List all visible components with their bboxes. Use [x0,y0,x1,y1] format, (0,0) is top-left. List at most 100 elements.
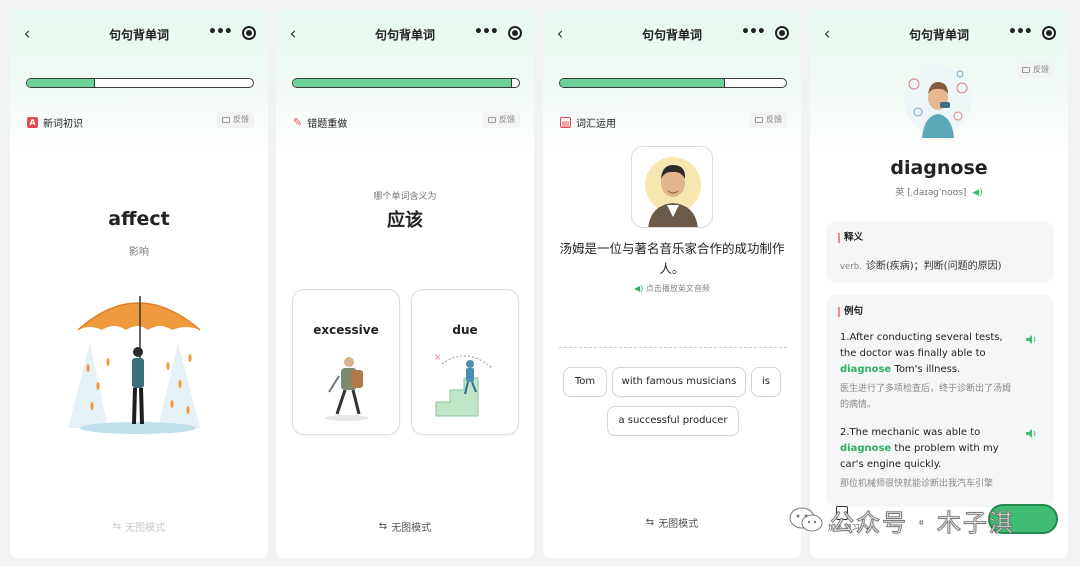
option-label: excessive [313,323,379,337]
word-title: diagnose [890,157,988,179]
progress-bar [559,78,787,88]
no-image-mode-label: 无图模式 [658,519,699,530]
feedback-icon [755,117,763,123]
feedback-label: 反馈 [233,115,249,124]
nav-bar: ‹ 句句背单词 ••• [543,22,801,48]
example-translation-1: 医生进行了多项检查后，终于诊断出了汤姆的病情。 [840,384,1012,410]
definition-title: 释义 [838,233,863,243]
audio-hint-button[interactable]: ◀) 点击播放英文音频 [543,283,801,294]
no-image-mode-button[interactable]: ⇆ 无图模式 [276,519,534,534]
section-label: 新词初识 [43,118,83,130]
no-image-mode-button[interactable]: ⇆ 无图模式 [10,519,268,534]
example-sentence-1: 1.After conducting several tests, the do… [840,330,1010,378]
speaker-icon[interactable]: ◀) [972,188,982,198]
section-header: A 新词初识 [27,114,83,130]
more-dots-icon[interactable]: ••• [474,22,499,44]
progress-bar [292,78,520,88]
more-dots-icon[interactable]: ••• [1008,22,1033,44]
feedback-button[interactable]: 反馈 [483,112,520,128]
wechat-icon [789,507,823,532]
feedback-label: 反馈 [766,115,782,124]
question-hint: 哪个单词含义为 [373,192,437,202]
no-image-mode-label: 无图模式 [391,523,432,534]
progress-fill [293,79,513,87]
nav-bar: ‹ 句句背单词 ••• [276,22,534,48]
swap-icon: ⇆ [645,517,655,528]
definition-block: 释义 verb. 诊断(疾病)；判断(问题的原因) [826,221,1054,283]
watermark: 公众号 · 木子淇 [788,502,1015,538]
example-translation-2: 那位机械师很快就能诊断出我汽车引擎 [840,479,994,489]
part-of-speech: verb. [840,262,862,272]
swap-icon: ⇆ [378,521,388,532]
word-chip[interactable]: is [751,367,781,397]
feedback-button[interactable]: 反馈 [217,112,254,128]
definition-row: verb. 诊断(疾病)；判断(问题的原因) [840,257,1001,272]
speaker-icon: ◀) [634,284,646,293]
panel-vocab-usage: ‹ 句句背单词 ••• ▤ 词汇运用 反馈 汤姆是一位与著名音乐家合作的成功制作… [543,10,801,558]
feedback-icon [222,117,230,123]
option-label: due [452,323,478,337]
new-word-icon: A [27,116,38,128]
target-icon[interactable] [508,26,522,40]
section-label: 错题重做 [307,118,348,130]
doctor-illustration [904,66,972,138]
answer-divider [559,347,787,348]
no-image-mode-label: 无图模式 [125,523,166,534]
svg-text:×: × [434,353,442,363]
example-sentence-2: 2.The mechanic was able to diagnose the … [840,425,1010,473]
highlight-word: diagnose [840,364,892,375]
progress-bar [26,78,254,88]
feedback-button[interactable]: 反馈 [1017,62,1054,78]
more-dots-icon[interactable]: ••• [741,22,766,44]
question-word: 应该 [387,210,423,231]
section-label: 词汇运用 [576,118,616,130]
panel-word-detail: ‹ 句句背单词 ••• 反馈 diagnose 英 [ˌdaɪəɡˈnoʊs] … [810,10,1068,558]
man-portrait-illustration [645,157,701,227]
word-meaning: 影响 [129,247,149,258]
highlight-word: diagnose [840,443,892,454]
speaker-icon[interactable] [1026,335,1037,344]
panel-redo-mistakes: ‹ 句句背单词 ••• ✎ 错题重做 反馈 哪个单词含义为 应该 excessi… [276,10,534,558]
phonetic-row: 英 [ˌdaɪəɡˈnoʊs] ◀) [810,185,1068,198]
target-icon[interactable] [242,26,256,40]
target-icon[interactable] [775,26,789,40]
example-text: Tom's illness. [894,364,961,375]
option-card-due[interactable]: due × [411,289,519,435]
nav-bar: ‹ 句句背单词 ••• [10,22,268,48]
word-chip[interactable]: with famous musicians [612,367,746,397]
feedback-label: 反馈 [1033,65,1049,74]
no-image-mode-button[interactable]: ⇆ 无图模式 [543,515,801,530]
phonetic: 英 [ˌdaɪəɡˈnoʊs] [895,188,967,198]
word-chip[interactable]: Tom [563,367,607,397]
option-card-excessive[interactable]: excessive [292,289,400,435]
example-text: 2.The mechanic was able to [840,427,981,438]
progress-fill [27,79,95,87]
speaker-icon[interactable] [1026,429,1037,438]
word-chip[interactable]: a successful producer [607,406,739,436]
portrait-image [631,146,713,228]
swap-icon: ⇆ [112,521,122,532]
feedback-icon [1022,67,1030,73]
pen-icon: ✎ [293,115,303,129]
example-text: 1.After conducting several tests, the do… [840,332,1003,359]
word-title: affect [108,208,170,230]
examples-title: 例句 [838,307,863,317]
panel-new-word: ‹ 句句背单词 ••• A 新词初识 反馈 affect 影响 ⇆ 无图模式 [10,10,268,558]
more-dots-icon[interactable]: ••• [208,22,233,44]
feedback-button[interactable]: 反馈 [750,112,787,128]
target-icon[interactable] [1042,26,1056,40]
definition-text: 诊断(疾病)；判断(问题的原因) [865,261,1002,272]
book-icon: ▤ [560,116,571,128]
umbrella-illustration [68,296,201,434]
watermark-text: 公众号 · 木子淇 [830,508,1015,537]
stairs-illustration: × [434,353,493,417]
section-header: ✎ 错题重做 [293,114,347,130]
chinese-sentence: 汤姆是一位与著名音乐家合作的成功制作人。 [559,241,785,276]
feedback-icon [488,117,496,123]
nav-bar: ‹ 句句背单词 ••• [810,22,1068,48]
screenshot-collage: ‹ 句句背单词 ••• A 新词初识 反馈 affect 影响 ⇆ 无图模式 ‹… [0,0,1080,566]
section-header: ▤ 词汇运用 [560,114,616,130]
feedback-label: 反馈 [499,115,515,124]
hiker-illustration [325,357,369,421]
audio-hint-label: 点击播放英文音频 [645,284,710,293]
